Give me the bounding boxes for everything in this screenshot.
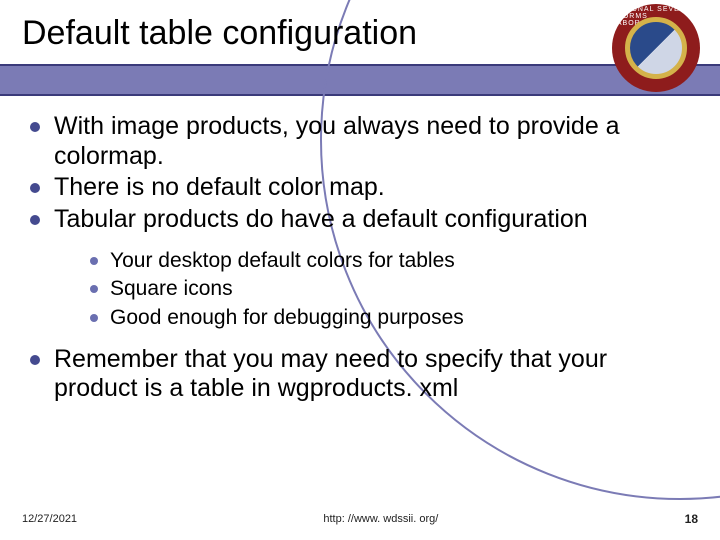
nssl-logo: NATIONAL SEVERE STORMS LABORATORY [612, 4, 700, 92]
sub-bullet-list: Your desktop default colors for tables S… [88, 248, 680, 331]
bullet-list: With image products, you always need to … [28, 112, 680, 404]
bullet-text: Remember that you may need to specify th… [54, 345, 607, 403]
list-item: With image products, you always need to … [28, 112, 680, 171]
logo-outer-ring: NATIONAL SEVERE STORMS LABORATORY [612, 4, 700, 92]
footer-page: 18 [685, 512, 698, 526]
slide: Default table configuration NATIONAL SEV… [0, 0, 720, 540]
bullet-text: Square icons [110, 277, 233, 300]
footer-url: http: //www. wdssii. org/ [77, 513, 685, 525]
content: With image products, you always need to … [28, 112, 680, 406]
logo-inner-icon [625, 17, 687, 79]
bullet-text: Good enough for debugging purposes [110, 306, 464, 329]
bullet-text: With image products, you always need to … [54, 112, 620, 170]
footer: 12/27/2021 http: //www. wdssii. org/ 18 [0, 512, 720, 526]
bullet-text: There is no default color map. [54, 173, 385, 201]
footer-date: 12/27/2021 [22, 513, 77, 525]
list-item: Your desktop default colors for tables [88, 248, 680, 274]
bullet-text: Your desktop default colors for tables [110, 249, 455, 272]
bullet-text: Tabular products do have a default confi… [54, 205, 588, 233]
list-item: Tabular products do have a default confi… [28, 205, 680, 331]
list-item: Remember that you may need to specify th… [28, 345, 680, 404]
list-item: Good enough for debugging purposes [88, 305, 680, 331]
list-item: There is no default color map. [28, 173, 680, 203]
list-item: Square icons [88, 276, 680, 302]
